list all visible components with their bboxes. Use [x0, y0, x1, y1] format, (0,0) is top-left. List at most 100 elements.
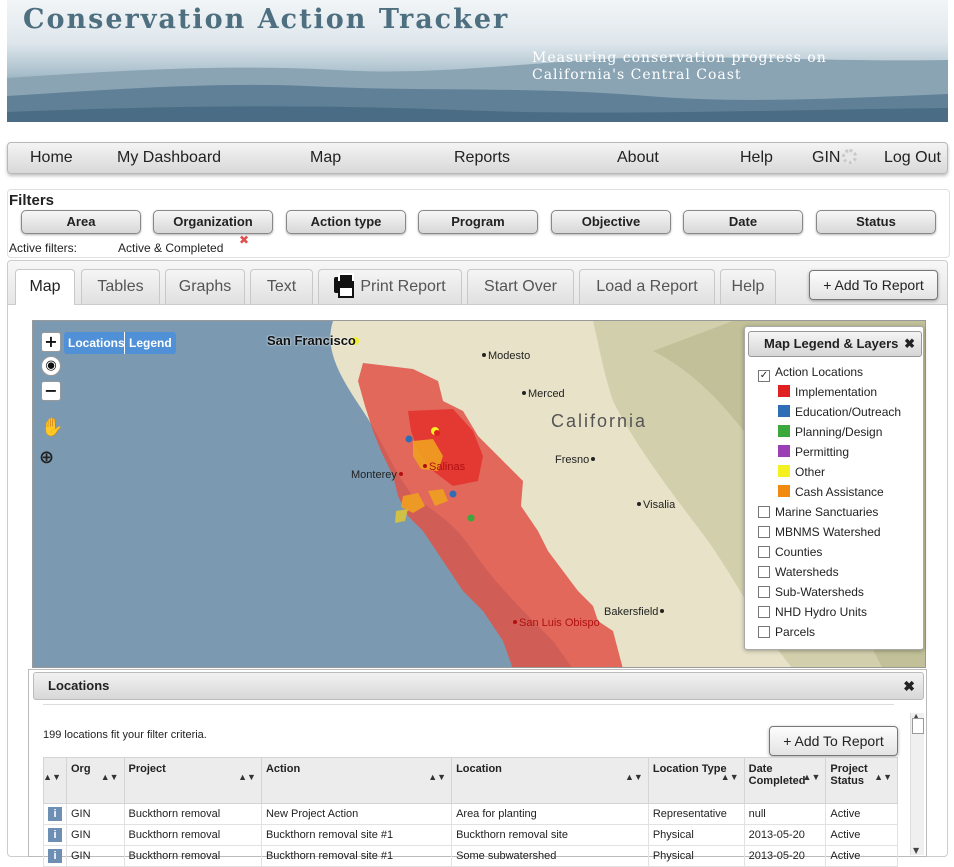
checkbox-icon — [758, 566, 770, 578]
locations-table: ▲▼ Org ▲▼ Project ▲▼ Action ▲▼ Location ▲▼ L… — [43, 757, 898, 867]
subtitle-line1: Measuring conservation progress on — [532, 50, 827, 66]
checkbox-icon — [758, 626, 770, 638]
tab-map[interactable]: Map — [15, 269, 75, 305]
layer-counties[interactable]: Counties — [758, 545, 822, 559]
scroll-down-icon[interactable]: ▼ — [913, 846, 919, 855]
legend-implementation: Implementation — [778, 385, 877, 399]
col-project-status[interactable]: Project Status ▲▼ — [825, 757, 898, 804]
layer-nhd-hydro-units[interactable]: NHD Hydro Units — [758, 605, 867, 619]
cell-location: Area for planting — [451, 803, 649, 825]
filter-area-button[interactable]: Area — [21, 210, 141, 234]
tab-help[interactable]: Help — [720, 269, 776, 304]
legend-title: Map Legend & Layers — [764, 336, 899, 351]
locations-add-to-report-button[interactable]: + Add To Report — [769, 726, 898, 756]
filter-action-type-button[interactable]: Action type — [286, 210, 406, 234]
col-date-completed[interactable]: Date Completed ▲▼ — [743, 757, 827, 804]
col-action[interactable]: Action ▲▼ — [260, 757, 453, 804]
add-to-report-button[interactable]: + Add To Report — [809, 270, 938, 300]
info-icon[interactable]: i — [48, 828, 62, 842]
cell-type: Representative — [647, 803, 745, 825]
sort-icon: ▲▼ — [802, 772, 821, 782]
sort-icon: ▲▼ — [43, 772, 61, 782]
layer-parcels[interactable]: Parcels — [758, 625, 815, 639]
filter-objective-button[interactable]: Objective — [551, 210, 671, 234]
col-location-type[interactable]: Location Type ▲▼ — [647, 757, 745, 804]
checkbox-icon — [758, 546, 770, 558]
locations-close-icon[interactable]: ✖ — [903, 673, 915, 699]
cell-date: 2013-05-20 — [743, 845, 827, 867]
tab-tables[interactable]: Tables — [81, 269, 160, 304]
legend-header: Map Legend & Layers ✖ — [748, 331, 922, 357]
layer-sub-watersheds[interactable]: Sub-Watersheds — [758, 585, 864, 599]
info-icon[interactable]: i — [48, 807, 62, 821]
legend-other: Other — [778, 465, 825, 479]
table-row[interactable]: i GIN Buckthorn removal Buckthorn remova… — [43, 824, 898, 846]
gear-icon — [842, 149, 858, 164]
scroll-thumb[interactable] — [912, 718, 924, 734]
info-icon[interactable]: i — [48, 849, 62, 863]
nav-map[interactable]: Map — [310, 149, 341, 167]
swatch-education — [778, 405, 790, 417]
layer-action-locations[interactable]: ✓ Action Locations — [758, 365, 863, 382]
zoom-box-icon[interactable]: ⊕ — [39, 447, 54, 468]
col-location[interactable]: Location ▲▼ — [451, 757, 649, 804]
cell-org: GIN — [66, 845, 125, 867]
tab-load-report[interactable]: Load a Report — [579, 269, 715, 304]
filters-heading: Filters — [9, 192, 55, 209]
filter-date-button[interactable]: Date — [683, 210, 803, 234]
table-row[interactable]: i GIN Buckthorn removal New Project Acti… — [43, 803, 898, 825]
filter-status-button[interactable]: Status — [816, 210, 936, 234]
col-info[interactable]: ▲▼ — [43, 757, 67, 804]
sort-icon: ▲▼ — [238, 772, 256, 782]
legend-close-icon[interactable]: ✖ — [904, 332, 915, 356]
globe-icon[interactable]: ◉ — [41, 356, 61, 376]
place-bakersfield: Bakersfield — [604, 606, 666, 618]
sort-icon: ▲▼ — [428, 772, 447, 782]
sort-icon: ▲▼ — [625, 772, 643, 782]
zoom-out-button[interactable]: − — [41, 381, 61, 401]
filters-panel: Filters Area Organization Action type Pr… — [7, 189, 950, 258]
cell-location: Buckthorn removal site — [451, 824, 649, 846]
layer-marine-sanctuaries[interactable]: Marine Sanctuaries — [758, 505, 878, 519]
nav-org-settings[interactable]: GIN — [812, 149, 858, 167]
locations-scrollbar[interactable]: ▲ ▼ — [910, 712, 924, 855]
locations-header: Locations ✖ — [33, 672, 924, 700]
pan-hand-icon[interactable]: ✋ — [41, 417, 63, 438]
nav-home[interactable]: Home — [30, 149, 73, 167]
filter-program-button[interactable]: Program — [418, 210, 538, 234]
cell-date: 2013-05-20 — [743, 824, 827, 846]
tab-graphs[interactable]: Graphs — [165, 269, 245, 304]
tab-start-over[interactable]: Start Over — [467, 269, 574, 304]
main-nav: Home My Dashboard Map Reports About Help… — [7, 142, 948, 174]
tab-print-report[interactable]: Print Report — [318, 269, 462, 304]
filter-organization-button[interactable]: Organization — [153, 210, 273, 234]
checkbox-icon — [758, 586, 770, 598]
nav-about[interactable]: About — [617, 149, 659, 167]
map-locations-tab[interactable]: Locations — [64, 332, 129, 354]
layer-watersheds[interactable]: Watersheds — [758, 565, 839, 579]
tab-text[interactable]: Text — [250, 269, 313, 304]
checkbox-icon — [758, 606, 770, 618]
place-salinas: Salinas — [423, 461, 465, 473]
legend-planning-design: Planning/Design — [778, 425, 882, 439]
col-org[interactable]: Org ▲▼ — [66, 757, 125, 804]
nav-help[interactable]: Help — [740, 149, 773, 167]
cell-action: New Project Action — [260, 803, 453, 825]
app-subtitle: Measuring conservation progress on Calif… — [532, 50, 827, 84]
nav-my-dashboard[interactable]: My Dashboard — [117, 149, 221, 167]
nav-log-out[interactable]: Log Out — [884, 149, 941, 167]
sort-icon: ▲▼ — [874, 772, 892, 782]
active-filters-label: Active filters: — [9, 241, 78, 255]
remove-filter-icon[interactable]: ✖ — [239, 233, 249, 247]
checkbox-icon — [758, 526, 770, 538]
cell-type: Physical — [647, 845, 745, 867]
map-legend-tab[interactable]: Legend — [124, 332, 176, 354]
nav-reports[interactable]: Reports — [454, 149, 510, 167]
zoom-in-button[interactable]: + — [41, 332, 61, 352]
col-project[interactable]: Project ▲▼ — [123, 757, 262, 804]
table-row[interactable]: i GIN Buckthorn removal Buckthorn remova… — [43, 845, 898, 867]
locations-count: 199 locations fit your filter criteria. — [43, 729, 207, 741]
cell-status: Active — [825, 845, 898, 867]
layer-mbnms-watershed[interactable]: MBNMS Watershed — [758, 525, 881, 539]
cell-project: Buckthorn removal — [123, 824, 262, 846]
